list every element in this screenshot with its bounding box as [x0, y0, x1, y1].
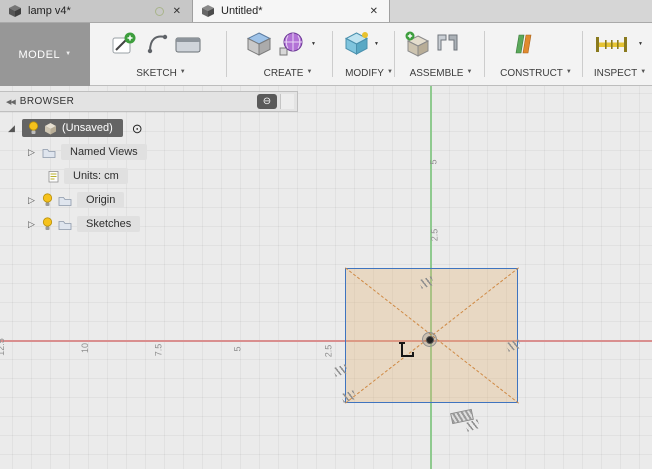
toolbar-divider: [332, 31, 333, 77]
tab-lamp-v4[interactable]: lamp v4* ✕: [0, 0, 193, 22]
activate-component-radio[interactable]: ⊙: [132, 122, 143, 135]
minimize-browser-button[interactable]: ⊖: [257, 94, 277, 109]
sketch-origin-axes-icon: [399, 342, 415, 359]
tree-item-label[interactable]: Named Views: [61, 144, 147, 160]
group-label-assemble[interactable]: ASSEMBLE ▼: [398, 65, 484, 81]
browser-title: BROWSER: [19, 96, 75, 107]
browser-row-named-views[interactable]: ▷ Named Views: [26, 144, 147, 160]
x-axis-label: 12.5: [0, 338, 6, 356]
tab-untitled[interactable]: Untitled* ✕: [193, 0, 390, 22]
chevron-down-icon[interactable]: ▼: [311, 41, 316, 47]
document-cube-icon: [8, 4, 22, 18]
x-axis-label: 5: [232, 346, 243, 352]
folder-icon: [58, 195, 72, 206]
component-cube-icon: [44, 122, 57, 135]
browser-row-sketches[interactable]: ▷ Sketches: [26, 216, 141, 232]
new-component-button[interactable]: [404, 31, 430, 57]
root-document-chip[interactable]: (Unsaved): [22, 119, 123, 137]
x-axis-line: [0, 340, 652, 342]
fusion-window: 12.5 10 7.5 5 2.5 5 2.5 lamp v4* ✕ Untit…: [0, 0, 652, 469]
group-label-construct[interactable]: CONSTRUCT ▼: [490, 65, 582, 81]
collapsed-triangle-icon[interactable]: ▷: [26, 147, 37, 158]
sync-status-icon: [154, 6, 164, 16]
visibility-bulb-icon[interactable]: [42, 217, 53, 231]
chevron-down-icon[interactable]: ▼: [638, 41, 643, 47]
tab-label: lamp v4*: [28, 5, 71, 17]
folder-icon: [58, 219, 72, 230]
create-form-button[interactable]: [278, 31, 305, 58]
joint-button[interactable]: [434, 31, 461, 54]
ribbon-toolbar: MODEL ▼ ▼ ▼ ▼ SKETCH ▼ CREATE ▼ MODIFY ▼…: [0, 23, 652, 86]
rectangle-tool-button[interactable]: [174, 35, 203, 55]
units-document-icon: [48, 170, 59, 183]
visibility-bulb-icon[interactable]: [42, 193, 53, 207]
document-cube-icon: [201, 4, 215, 18]
chevron-down-icon[interactable]: ▼: [374, 41, 379, 47]
group-label-modify[interactable]: MODIFY ▼: [336, 65, 402, 81]
chevron-down-icon: ▼: [640, 69, 647, 75]
tab-label: Untitled*: [221, 5, 263, 17]
press-pull-button[interactable]: [344, 31, 369, 56]
x-axis-label: 2.5: [323, 344, 334, 358]
constraint-hash-icon[interactable]: [464, 419, 481, 432]
collapsed-triangle-icon[interactable]: ▷: [26, 219, 37, 230]
browser-header: ◀◀ BROWSER ⊖: [0, 91, 298, 112]
chevron-down-icon: ▼: [466, 69, 473, 75]
toolbar-divider: [226, 31, 227, 77]
tree-item-label[interactable]: Units: cm: [64, 168, 128, 184]
panel-resize-grip[interactable]: [280, 94, 294, 109]
x-axis-label: 7.5: [153, 343, 164, 357]
group-label-create[interactable]: CREATE ▼: [248, 65, 328, 81]
chevron-down-icon: ▼: [386, 69, 393, 75]
workspace-switcher[interactable]: MODEL ▼: [0, 23, 90, 86]
tree-item-label[interactable]: Sketches: [77, 216, 141, 232]
root-document-label: (Unsaved): [62, 122, 113, 134]
visibility-bulb-icon[interactable]: [28, 121, 39, 135]
browser-row-origin[interactable]: ▷ Origin: [26, 192, 125, 208]
collapsed-triangle-icon[interactable]: ▷: [26, 195, 37, 206]
browser-row-root[interactable]: ◢ (Unsaved) ⊙: [6, 119, 143, 137]
close-tab-icon[interactable]: ✕: [170, 6, 184, 17]
y-axis-label: 2.5: [429, 228, 440, 242]
collapse-panel-icon[interactable]: ◀◀: [6, 98, 16, 106]
toolbar-divider: [582, 31, 583, 77]
x-axis-label: 10: [80, 342, 91, 354]
chevron-down-icon: ▼: [306, 69, 313, 75]
browser-row-units[interactable]: Units: cm: [48, 168, 128, 184]
spline-tool-button[interactable]: [146, 31, 169, 56]
chevron-down-icon: ▼: [179, 69, 186, 75]
folder-icon: [42, 147, 56, 158]
expanded-triangle-icon[interactable]: ◢: [6, 123, 17, 134]
group-label-sketch[interactable]: SKETCH ▼: [118, 65, 204, 81]
construct-plane-button[interactable]: [512, 31, 536, 57]
create-solid-button[interactable]: [246, 31, 272, 57]
origin-point[interactable]: [426, 336, 434, 344]
measure-button[interactable]: [594, 34, 629, 56]
document-tabbar: lamp v4* ✕ Untitled* ✕: [0, 0, 652, 23]
chevron-down-icon: ▼: [565, 69, 572, 75]
create-sketch-button[interactable]: [110, 31, 137, 58]
tree-item-label[interactable]: Origin: [77, 192, 125, 208]
chevron-down-icon: ▼: [65, 50, 72, 57]
y-axis-label: 5: [428, 159, 439, 165]
close-tab-icon[interactable]: ✕: [367, 6, 381, 17]
group-label-inspect[interactable]: INSPECT ▼: [584, 65, 652, 81]
toolbar-divider: [484, 31, 485, 77]
